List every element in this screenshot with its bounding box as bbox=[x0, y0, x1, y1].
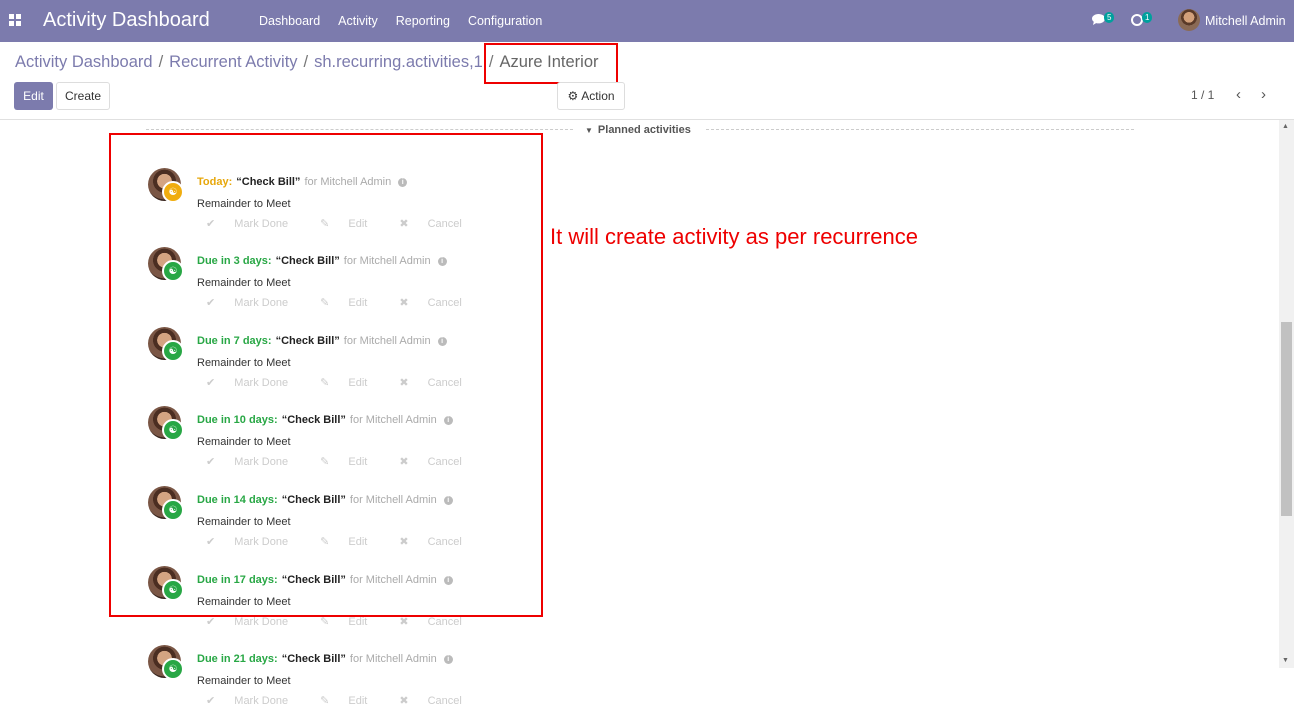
scroll-up-icon[interactable]: ▲ bbox=[1282, 123, 1289, 130]
activity-count-badge: 1 bbox=[1142, 12, 1153, 23]
times-icon: ✖ bbox=[399, 695, 412, 707]
breadcrumb-separator: / bbox=[158, 53, 164, 71]
check-icon: ✔ bbox=[206, 616, 219, 628]
mark-done-button[interactable]: ✔ Mark Done bbox=[206, 694, 304, 707]
breadcrumb-separator: / bbox=[303, 53, 309, 71]
apps-menu-icon[interactable] bbox=[9, 14, 21, 26]
activity-type-icon: ☯ bbox=[162, 658, 184, 680]
pager-value[interactable]: 1 / 1 bbox=[1191, 88, 1214, 102]
pencil-icon: ✎ bbox=[320, 695, 333, 707]
activity-item: ☯ Due in 21 days: “Check Bill” for Mitchell… bbox=[148, 645, 548, 725]
breadcrumb-activity-dashboard[interactable]: Activity Dashboard bbox=[15, 53, 153, 72]
user-menu[interactable]: Mitchell Admin bbox=[1205, 14, 1286, 28]
planned-activities-title: Planned activities bbox=[597, 124, 691, 136]
chat-count-badge: 5 bbox=[1104, 12, 1115, 23]
main-menu: Dashboard Activity Reporting Configurati… bbox=[259, 14, 542, 28]
breadcrumb-recurrent-activity[interactable]: Recurrent Activity bbox=[169, 53, 297, 72]
info-icon[interactable]: i bbox=[443, 654, 453, 664]
scrollbar-thumb[interactable] bbox=[1281, 322, 1292, 516]
cancel-activity-label: Cancel bbox=[427, 695, 462, 707]
activity-header: Due in 21 days: “Check Bill” for Mitchell … bbox=[197, 653, 453, 665]
menu-activity[interactable]: Activity bbox=[338, 14, 378, 28]
action-label: Action bbox=[581, 89, 615, 103]
pager-previous-icon[interactable]: ‹ bbox=[1236, 86, 1241, 103]
planned-activities-toggle[interactable]: ▼ Planned activities bbox=[585, 124, 691, 136]
activity-summary: “Check Bill” bbox=[281, 653, 346, 665]
user-avatar[interactable] bbox=[1178, 9, 1200, 31]
top-navbar: Activity Dashboard Dashboard Activity Re… bbox=[0, 0, 1294, 42]
scroll-down-icon[interactable]: ▼ bbox=[1282, 657, 1289, 664]
times-icon: ✖ bbox=[399, 616, 412, 628]
highlight-box-breadcrumb bbox=[484, 43, 618, 84]
annotation-text: It will create activity as per recurrenc… bbox=[550, 224, 919, 249]
gear-icon: ⚙ bbox=[567, 89, 579, 103]
cancel-activity-label: Cancel bbox=[427, 616, 462, 628]
control-panel-divider bbox=[0, 119, 1294, 120]
mark-done-label: Mark Done bbox=[234, 616, 289, 628]
edit-button[interactable]: Edit bbox=[14, 82, 53, 110]
app-brand[interactable]: Activity Dashboard bbox=[43, 9, 210, 32]
pencil-icon: ✎ bbox=[320, 616, 333, 628]
mark-done-label: Mark Done bbox=[234, 695, 289, 707]
activity-actions: ✔ Mark Done ✎ Edit ✖ Cancel bbox=[206, 694, 494, 707]
activity-assignee: for Mitchell Admin bbox=[349, 653, 437, 665]
highlight-box-activities bbox=[109, 133, 543, 617]
breadcrumb-record[interactable]: sh.recurring.activities,1 bbox=[314, 53, 483, 72]
edit-activity-button[interactable]: ✎ Edit bbox=[320, 694, 383, 707]
edit-activity-label: Edit bbox=[348, 695, 368, 707]
activity-due: Due in 21 days: bbox=[197, 653, 278, 665]
menu-dashboard[interactable]: Dashboard bbox=[259, 14, 320, 28]
divider-line bbox=[706, 129, 1134, 130]
check-icon: ✔ bbox=[206, 695, 219, 707]
action-button[interactable]: ⚙ Action bbox=[557, 82, 625, 110]
pager-next-icon[interactable]: › bbox=[1261, 86, 1266, 103]
caret-down-icon: ▼ bbox=[585, 126, 593, 135]
cancel-activity-button[interactable]: ✖ Cancel bbox=[399, 694, 478, 707]
activity-note: Remainder to Meet bbox=[197, 675, 291, 687]
menu-configuration[interactable]: Configuration bbox=[468, 14, 542, 28]
edit-activity-label: Edit bbox=[348, 616, 368, 628]
create-button[interactable]: Create bbox=[56, 82, 110, 110]
menu-reporting[interactable]: Reporting bbox=[396, 14, 450, 28]
divider-line bbox=[146, 129, 573, 130]
